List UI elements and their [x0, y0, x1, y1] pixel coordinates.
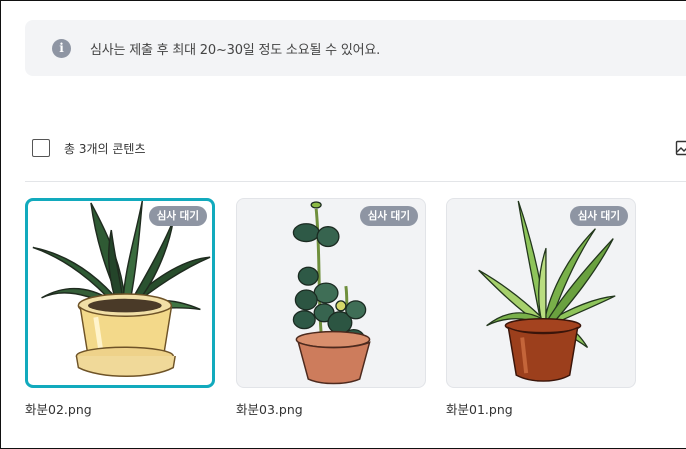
file-name: 화분01.png	[446, 402, 513, 417]
image-icon[interactable]	[675, 140, 686, 156]
file-name: 화분03.png	[236, 402, 303, 417]
plant-pot-terracotta-image	[292, 201, 371, 385]
content-card[interactable]: 심사 대기 화분03.png	[236, 198, 426, 418]
info-icon: i	[52, 38, 71, 58]
review-status-badge: 심사 대기	[569, 206, 628, 226]
content-toolbar: 총 3개의 콘텐츠	[32, 136, 686, 160]
divider	[25, 181, 686, 182]
content-count-label: 총 3개의 콘텐츠	[64, 141, 146, 156]
content-card[interactable]: 심사 대기 화분02.png	[25, 198, 215, 418]
notice-text: 심사는 제출 후 최대 20~30일 정도 소요될 수 있어요.	[90, 42, 381, 58]
plant-pot-yellow-image	[32, 201, 211, 377]
content-thumbnail[interactable]: 심사 대기	[25, 198, 215, 388]
plant-pot-brown-image	[478, 200, 616, 382]
review-status-badge: 심사 대기	[148, 206, 207, 226]
select-all-checkbox[interactable]	[32, 139, 50, 157]
review-status-badge: 심사 대기	[359, 206, 418, 226]
file-name: 화분02.png	[25, 402, 92, 417]
content-thumbnail[interactable]: 심사 대기	[446, 198, 636, 388]
content-card[interactable]: 심사 대기 화분01.png	[446, 198, 636, 418]
review-notice-banner: i 심사는 제출 후 최대 20~30일 정도 소요될 수 있어요.	[25, 20, 686, 76]
content-thumbnail[interactable]: 심사 대기	[236, 198, 426, 388]
